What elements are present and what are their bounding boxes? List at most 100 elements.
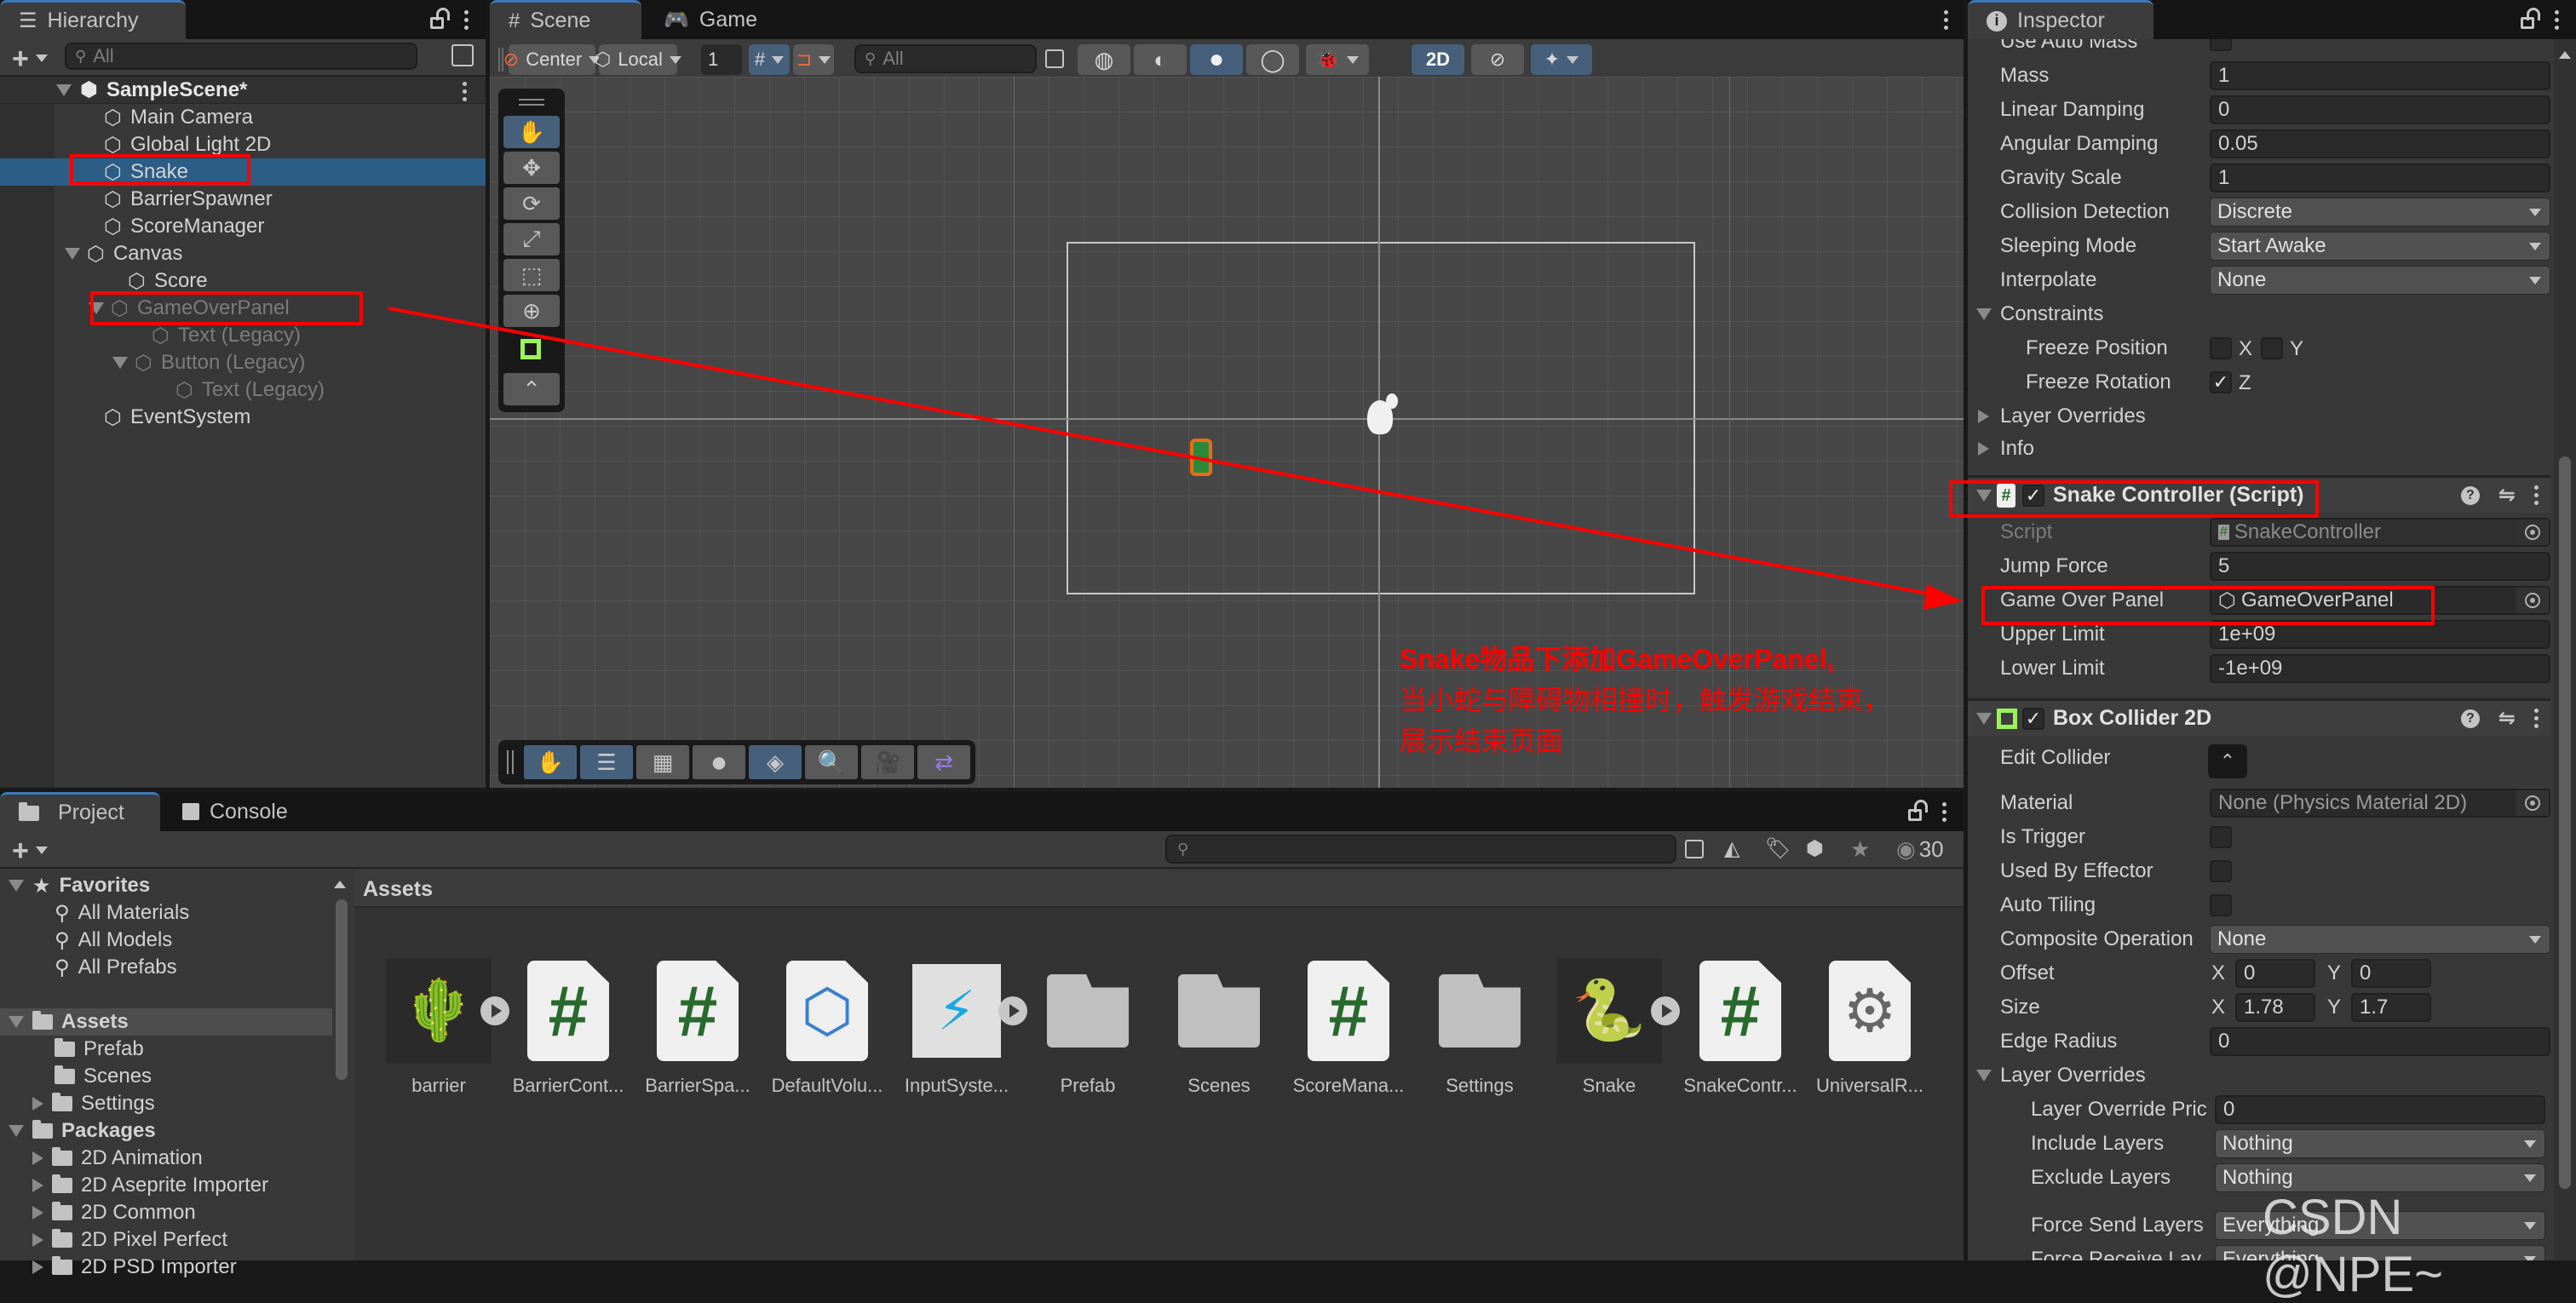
edit-collider-button[interactable]: ⌃	[2208, 744, 2247, 778]
scroll-up-icon[interactable]	[2559, 51, 2571, 59]
asset-item[interactable]: ⚙ UniversalR...	[1806, 956, 1934, 1097]
search-popout-icon[interactable]	[1045, 49, 1064, 68]
asset-item[interactable]: # SnakeContr...	[1676, 956, 1804, 1097]
hierarchy-item[interactable]: ⬡ EventSystem	[0, 404, 486, 431]
grid-toggle[interactable]: ▦	[636, 745, 689, 779]
tree-item[interactable]: ⚲ All Prefabs	[0, 954, 332, 981]
expand-icon[interactable]	[32, 1260, 43, 1274]
collapse-icon[interactable]	[1976, 713, 1992, 725]
tab-console[interactable]: Console	[164, 792, 307, 831]
grid-snap-input[interactable]: 1	[701, 44, 742, 75]
offset-x-input[interactable]: 0	[2235, 959, 2315, 988]
box-collider-header[interactable]: ✓ Box Collider 2D ? ⇋	[1968, 698, 2550, 736]
presets-icon[interactable]: ⇋	[2498, 483, 2516, 508]
expand-icon[interactable]	[32, 1097, 43, 1111]
tree-section-header[interactable]: ★ Favorites	[0, 872, 332, 899]
help-icon[interactable]: ?	[2460, 709, 2480, 728]
rect-tool-button[interactable]: ⬚	[503, 259, 560, 291]
hierarchy-item[interactable]: ⬡ ScoreManager	[0, 213, 486, 240]
layer-override-priority-input[interactable]: 0	[2215, 1095, 2545, 1124]
more-options-icon[interactable]	[464, 9, 469, 30]
tree-item[interactable]: 2D Animation	[0, 1145, 332, 1172]
freeze-position-x-checkbox[interactable]	[2210, 337, 2232, 359]
asset-item[interactable]: 🐍 Snake	[1545, 956, 1680, 1097]
tree-section-header[interactable]: Packages	[0, 1117, 332, 1145]
used-by-effector-checkbox[interactable]	[2210, 860, 2232, 882]
expand-icon[interactable]	[112, 357, 128, 369]
more-options-icon[interactable]	[1942, 801, 1946, 822]
hierarchy-search-input[interactable]: ⚲ All	[65, 43, 417, 70]
add-object-button[interactable]: +	[12, 43, 29, 76]
asset-item[interactable]: ⚡ InputSyste...	[893, 956, 1027, 1097]
exclude-layers-dropdown[interactable]: Nothing	[2215, 1163, 2545, 1192]
property-dropdown[interactable]: None	[2210, 266, 2550, 295]
object-picker-icon[interactable]	[2516, 588, 2549, 613]
chevron-down-icon[interactable]	[772, 55, 785, 64]
expand-icon[interactable]	[32, 1233, 43, 1247]
expand-icon[interactable]	[32, 1179, 43, 1192]
tab-inspector[interactable]: i Inspector	[1968, 0, 2153, 39]
property-input[interactable]: 0	[2210, 95, 2550, 124]
scroll-up-icon[interactable]	[334, 881, 346, 888]
debug-draw-mode-button[interactable]: 🐞	[1306, 44, 1369, 75]
shading-unlit-button[interactable]: ◯	[1246, 44, 1299, 75]
property-input[interactable]: 1	[2210, 164, 2550, 192]
project-search-input[interactable]: ⚲	[1165, 835, 1676, 864]
scene-viewport[interactable]: ✋ ✥ ⟳ ⤢ ⬚ ⊕ ⌃ ✋ ☰ ▦ ● ◈ 🔍 🎥 ⇄ Snake物品下添加…	[490, 77, 1964, 788]
asset-item[interactable]: Prefab	[1024, 956, 1152, 1097]
hierarchy-item[interactable]: ⬡ Text (Legacy)	[0, 376, 486, 404]
audio-toggle[interactable]: ⊘	[1471, 44, 1524, 75]
upper-limit-input[interactable]: 1e+09	[2210, 620, 2550, 649]
composite-operation-dropdown[interactable]: None	[2210, 925, 2550, 954]
hierarchy-item[interactable]: ⬡ Button (Legacy)	[0, 349, 486, 376]
hand-tool-button[interactable]: ✋	[524, 745, 577, 779]
breadcrumb-assets[interactable]: Assets	[363, 877, 433, 902]
expand-icon[interactable]	[9, 880, 24, 892]
overlay-grip[interactable]	[507, 750, 514, 774]
effects-toggle[interactable]: ✦	[1531, 44, 1592, 75]
pivot-rotation-dropdown[interactable]: ⬡ Local	[595, 44, 681, 75]
move-tool-button[interactable]: ✥	[503, 152, 560, 184]
hierarchy-item[interactable]: ⬡ BarrierSpawner	[0, 186, 486, 213]
filter-by-type-icon[interactable]: ◭	[1724, 836, 1739, 861]
maximize-search-icon[interactable]	[451, 44, 474, 66]
scene-root[interactable]: ⬢ SampleScene*	[0, 77, 486, 104]
tree-item[interactable]: Settings	[0, 1090, 332, 1117]
shading-mode-button[interactable]: ●	[693, 745, 745, 779]
collider-layer-overrides-foldout[interactable]: Layer Overrides	[1968, 1059, 2550, 1092]
info-foldout[interactable]: Info	[1968, 433, 2550, 465]
inspector-scrollbar[interactable]	[2559, 456, 2571, 1189]
tree-item[interactable]: Prefab	[0, 1036, 332, 1063]
constraints-foldout[interactable]: Constraints	[1968, 298, 2550, 330]
is-trigger-checkbox[interactable]	[2210, 826, 2232, 848]
tab-hierarchy[interactable]: ☰ Hierarchy	[0, 0, 186, 39]
filter-by-label-icon[interactable]: 🏷	[1765, 836, 1791, 861]
asset-item[interactable]: 🌵 barrier	[375, 956, 509, 1097]
game-over-panel-field[interactable]: ⬡ GameOverPanel	[2210, 586, 2550, 615]
tab-project[interactable]: Project	[0, 792, 160, 831]
lower-limit-input[interactable]: -1e+09	[2210, 654, 2550, 683]
search-popout-icon[interactable]	[1685, 840, 1704, 858]
rotate-tool-button[interactable]: ⟳	[503, 187, 560, 220]
offset-y-input[interactable]: 0	[2351, 959, 2431, 988]
jump-force-input[interactable]: 5	[2210, 552, 2550, 581]
scene-search-input[interactable]: ⚲ All	[854, 44, 1037, 73]
transform-tool-button[interactable]: ⊕	[503, 295, 560, 327]
property-dropdown[interactable]: Discrete	[2210, 198, 2550, 227]
expand-icon[interactable]	[56, 83, 72, 96]
snake-controller-enabled-checkbox[interactable]: ✓	[2022, 485, 2044, 507]
hierarchy-item[interactable]: ⬡ Snake	[0, 158, 486, 186]
visibility-count[interactable]: ◉ 30	[1896, 836, 1944, 863]
property-input[interactable]: 0.05	[2210, 129, 2550, 158]
expand-icon[interactable]	[1978, 442, 1989, 456]
chevron-down-icon[interactable]	[36, 847, 48, 854]
folder-tree-scrollbar[interactable]	[336, 899, 348, 1080]
object-picker-icon[interactable]	[2516, 790, 2549, 816]
lock-icon[interactable]	[2521, 8, 2540, 29]
layer-overrides-foldout[interactable]: Layer Overrides	[1968, 400, 2550, 433]
more-options-icon[interactable]	[1944, 9, 1948, 30]
asset-item[interactable]: # ScoreMana...	[1285, 956, 1412, 1097]
use-auto-mass-checkbox[interactable]	[2210, 39, 2232, 51]
property-dropdown[interactable]: Start Awake	[2210, 232, 2550, 261]
freeze-rotation-z-checkbox[interactable]: ✓	[2210, 371, 2232, 393]
